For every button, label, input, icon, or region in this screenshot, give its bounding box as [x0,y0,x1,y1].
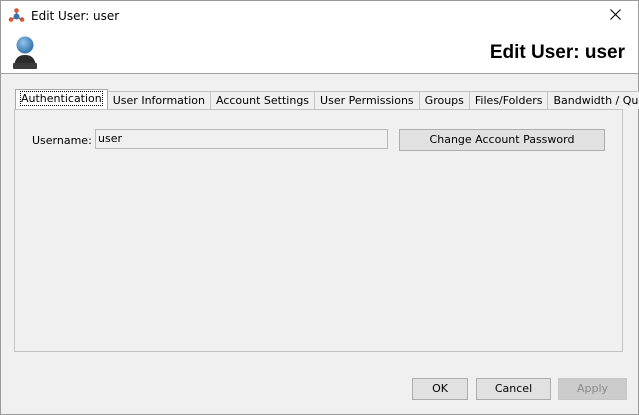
username-field[interactable]: user [95,129,388,149]
tab-user-information[interactable]: User Information [107,91,211,109]
close-button[interactable] [593,1,638,31]
tab-label: Files/Folders [475,94,543,107]
header-title: Edit User: user [490,42,625,64]
title-bar[interactable]: Edit User: user [1,1,638,31]
tab-account-settings[interactable]: Account Settings [210,91,315,109]
change-password-button[interactable]: Change Account Password [399,129,605,151]
tab-label: Authentication [21,92,102,105]
username-label: Username: [32,134,92,147]
window-title: Edit User: user [31,9,119,23]
ok-button[interactable]: OK [412,378,468,400]
tab-user-permissions[interactable]: User Permissions [314,91,420,109]
cancel-button[interactable]: Cancel [476,378,551,400]
tab-groups[interactable]: Groups [419,91,470,109]
tab-strip: Authentication User Information Account … [15,90,639,109]
tab-label: Groups [425,94,464,107]
tab-label: Account Settings [216,94,309,107]
dialog-header: Edit User: user [1,31,638,74]
tab-bandwidth-quota[interactable]: Bandwidth / Quota [547,91,639,109]
tab-label: User Permissions [320,94,414,107]
user-icon [12,35,40,71]
edit-user-dialog: Edit User: user Edit User: user Authenti… [0,0,639,415]
tab-authentication[interactable]: Authentication [15,89,108,109]
apply-button[interactable]: Apply [558,378,627,400]
close-icon [610,9,621,23]
authentication-panel: Username: user Change Account Password [14,109,623,352]
tab-label: Bandwidth / Quota [553,94,639,107]
app-logo-icon [8,8,25,25]
tab-files-folders[interactable]: Files/Folders [469,91,549,109]
tab-label: User Information [113,94,205,107]
